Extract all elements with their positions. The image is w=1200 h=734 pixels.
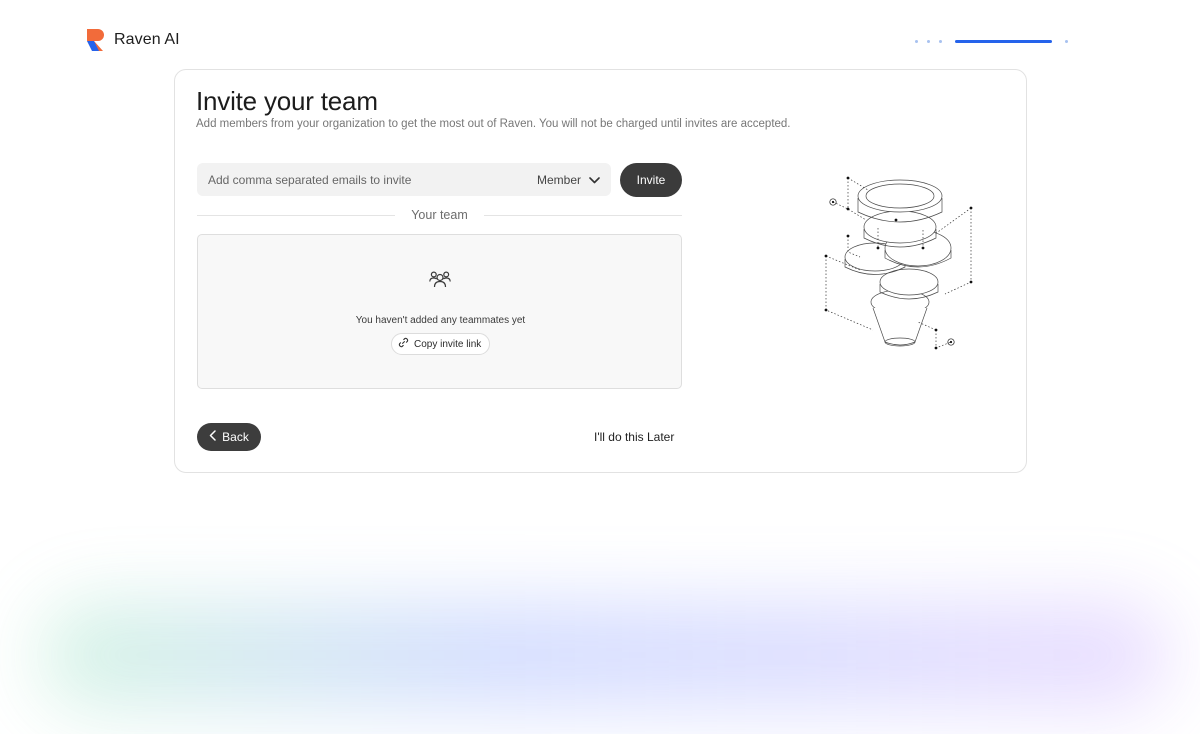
divider-line-right	[484, 215, 682, 216]
skip-later-link[interactable]: I'll do this Later	[594, 430, 674, 444]
progress-step-5	[1065, 39, 1068, 43]
progress-step-current	[955, 39, 1052, 43]
copy-invite-link-button[interactable]: Copy invite link	[391, 333, 491, 355]
onboarding-progress	[915, 39, 1068, 43]
link-icon	[398, 337, 409, 351]
background-glow	[40, 600, 1170, 710]
invite-row: Member Invite	[197, 163, 682, 197]
role-select[interactable]: Member	[537, 173, 611, 187]
chevron-down-icon	[589, 173, 600, 187]
top-bar: Raven AI	[86, 28, 1076, 54]
role-select-value: Member	[536, 172, 581, 187]
chevron-left-icon	[209, 430, 216, 444]
raven-logo-icon	[86, 28, 106, 52]
invite-card: Invite your team Add members from your o…	[174, 69, 1027, 473]
empty-state-text: You haven't added any teammates yet	[355, 315, 526, 326]
back-button-label: Back	[222, 430, 249, 444]
brand-logo: Raven AI	[86, 28, 180, 52]
back-button[interactable]: Back	[197, 423, 261, 451]
email-input[interactable]	[197, 163, 537, 196]
progress-step-3	[939, 39, 942, 43]
progress-step-1	[915, 39, 918, 43]
email-field-container: Member	[197, 163, 611, 196]
page-title: Invite your team	[196, 86, 378, 116]
page-subtitle: Add members from your organization to ge…	[196, 118, 791, 130]
team-illustration	[815, 172, 985, 372]
users-icon	[429, 270, 451, 288]
brand-name: Raven AI	[114, 31, 180, 48]
invite-button[interactable]: Invite	[620, 163, 682, 197]
team-section-divider: Your team	[197, 208, 682, 224]
progress-step-2	[927, 39, 930, 43]
copy-invite-link-label: Copy invite link	[414, 338, 482, 350]
team-list-empty-state: You haven't added any teammates yet Copy…	[197, 234, 682, 389]
